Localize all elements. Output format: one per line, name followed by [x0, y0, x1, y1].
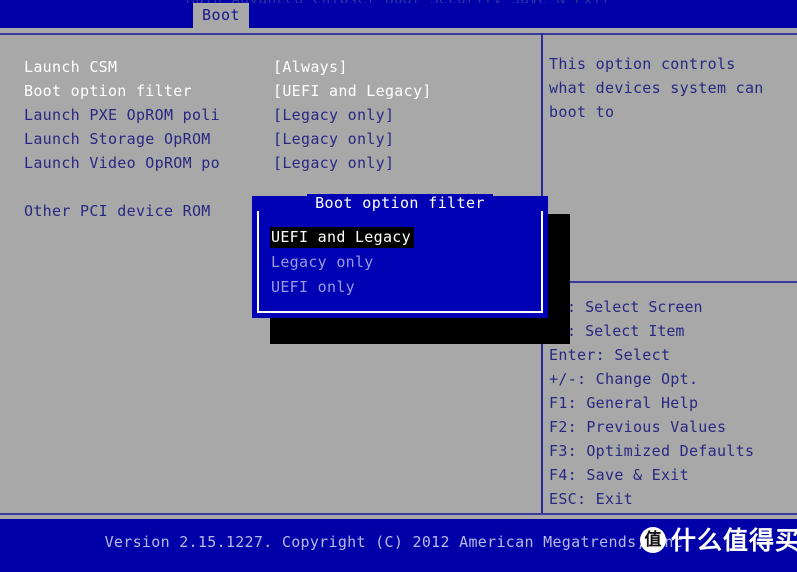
- setting-label: Launch CSM: [24, 58, 118, 76]
- popup-title-text: Boot option filter: [307, 194, 493, 212]
- setting-value[interactable]: [Legacy only]: [273, 132, 394, 147]
- popup-option-label: Legacy only: [271, 253, 374, 271]
- watermark-logo-icon: 值: [640, 527, 666, 553]
- setting-value[interactable]: [Legacy only]: [273, 156, 394, 171]
- popup-title: Boot option filter: [252, 194, 548, 212]
- popup-option-legacy-only[interactable]: Legacy only: [270, 251, 532, 276]
- help-legend-divider: [541, 281, 797, 283]
- setting-row-launch-pxe-oprom-policy[interactable]: Launch PXE OpROM poli [Legacy only]: [24, 105, 524, 129]
- key-legend-select-screen: →←: Select Screen: [549, 298, 703, 316]
- menu-bar-clipped-tabs: Main Advanced Chipset Boot Security Save…: [0, 0, 797, 3]
- help-line: This option controls: [549, 55, 736, 73]
- popup-option-label: UEFI and Legacy: [270, 227, 414, 248]
- setting-value[interactable]: [Legacy only]: [273, 108, 394, 123]
- boot-option-filter-popup[interactable]: Boot option filter UEFI and Legacy Legac…: [252, 194, 548, 318]
- key-legend-enter-select: Enter: Select: [549, 346, 671, 364]
- key-legend-previous-values: F2: Previous Values: [549, 418, 727, 436]
- popup-option-uefi-and-legacy[interactable]: UEFI and Legacy: [270, 226, 532, 251]
- setting-label: Launch PXE OpROM poli: [24, 106, 220, 124]
- top-divider: [0, 33, 797, 35]
- key-legend-select-item: ↑↓: Select Item: [549, 322, 685, 340]
- setting-value[interactable]: [Always]: [273, 60, 348, 75]
- setting-row-launch-video-oprom-policy[interactable]: Launch Video OpROM po [Legacy only]: [24, 153, 524, 177]
- key-legend-general-help: F1: General Help: [549, 394, 699, 412]
- bios-setup-screen: Main Advanced Chipset Boot Security Save…: [0, 0, 797, 572]
- setting-row-launch-storage-oprom[interactable]: Launch Storage OpROM [Legacy only]: [24, 129, 524, 153]
- key-legend-optimized-defaults: F3: Optimized Defaults: [549, 442, 755, 460]
- tab-boot[interactable]: Boot: [193, 3, 249, 28]
- help-line: what devices system can: [549, 79, 764, 97]
- setting-value[interactable]: [UEFI and Legacy]: [273, 84, 432, 99]
- setting-row-launch-csm[interactable]: Launch CSM [Always]: [24, 57, 524, 81]
- setting-label: Launch Storage OpROM: [24, 130, 211, 148]
- key-legend-esc-exit: ESC: Exit: [549, 490, 633, 508]
- popup-option-list: UEFI and Legacy Legacy only UEFI only: [270, 226, 532, 301]
- menu-bar: Main Advanced Chipset Boot Security Save…: [0, 0, 797, 28]
- watermark: 值 什么值得买: [640, 527, 797, 553]
- setting-row-boot-option-filter[interactable]: Boot option filter [UEFI and Legacy]: [24, 81, 524, 105]
- key-legend-change-opt: +/-: Change Opt.: [549, 370, 699, 388]
- setting-label: Boot option filter: [24, 82, 192, 100]
- setting-label: Other PCI device ROM: [24, 202, 211, 220]
- help-line: boot to: [549, 103, 615, 121]
- popup-option-label: UEFI only: [271, 278, 355, 296]
- setting-label: Launch Video OpROM po: [24, 154, 220, 172]
- help-panel: This option controls what devices system…: [549, 57, 791, 129]
- popup-option-uefi-only[interactable]: UEFI only: [270, 276, 532, 301]
- key-legend-save-and-exit: F4: Save & Exit: [549, 466, 689, 484]
- key-legend-panel: →←: Select Screen ↑↓: Select Item Enter:…: [549, 300, 795, 516]
- watermark-text: 什么值得买: [671, 525, 797, 555]
